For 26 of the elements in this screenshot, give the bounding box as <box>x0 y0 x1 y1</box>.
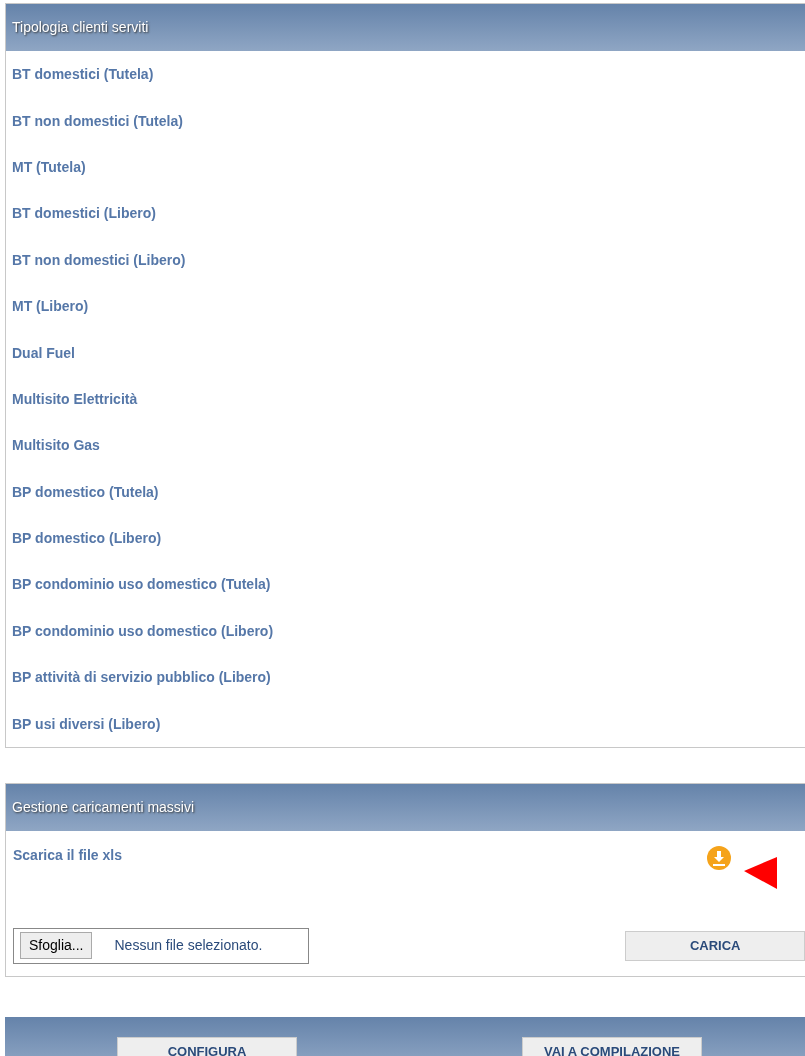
client-type-link[interactable]: Multisito Elettricità <box>12 391 138 406</box>
panel-title: Gestione caricamenti massivi <box>12 797 195 817</box>
client-type-link[interactable]: BT domestici (Tutela) <box>12 67 154 82</box>
download-icon[interactable] <box>707 845 731 870</box>
client-type-link[interactable]: BT non domestici (Tutela) <box>12 113 183 128</box>
upload-button[interactable]: CARICA <box>625 930 805 961</box>
footer-button[interactable]: CONFIGURA <box>117 1036 297 1056</box>
footer-button[interactable]: VAI A COMPILAZIONE <box>522 1036 702 1056</box>
client-type-link[interactable]: BT non domestici (Libero) <box>12 252 186 267</box>
client-type-link[interactable]: BP usi diversi (Libero) <box>12 716 161 731</box>
client-type-link[interactable]: BP domestico (Tutela) <box>12 484 159 499</box>
file-input[interactable]: Sfoglia... Nessun file selezionato. <box>13 927 310 964</box>
client-type-link[interactable]: MT (Tutela) <box>12 159 86 174</box>
client-type-link[interactable]: Dual Fuel <box>12 345 75 360</box>
panel-title: Tipologia clienti serviti <box>12 18 149 37</box>
client-type-link[interactable]: BP domestico (Libero) <box>12 531 162 546</box>
browse-button[interactable]: Sfoglia... <box>20 932 93 960</box>
client-type-link[interactable]: Multisito Gas <box>12 438 100 453</box>
client-type-link[interactable]: MT (Libero) <box>12 299 89 314</box>
client-type-link[interactable]: BP condominio uso domestico (Libero) <box>12 623 274 638</box>
client-type-link[interactable]: BP attività di servizio pubblico (Libero) <box>12 670 271 685</box>
download-link[interactable]: Scarica il file xls <box>13 844 707 866</box>
file-status: Nessun file selezionato. <box>114 936 263 956</box>
client-type-link[interactable]: BT domestici (Libero) <box>12 206 156 221</box>
pointer-arrow <box>744 856 777 889</box>
client-type-link[interactable]: BP condominio uso domestico (Tutela) <box>12 577 271 592</box>
